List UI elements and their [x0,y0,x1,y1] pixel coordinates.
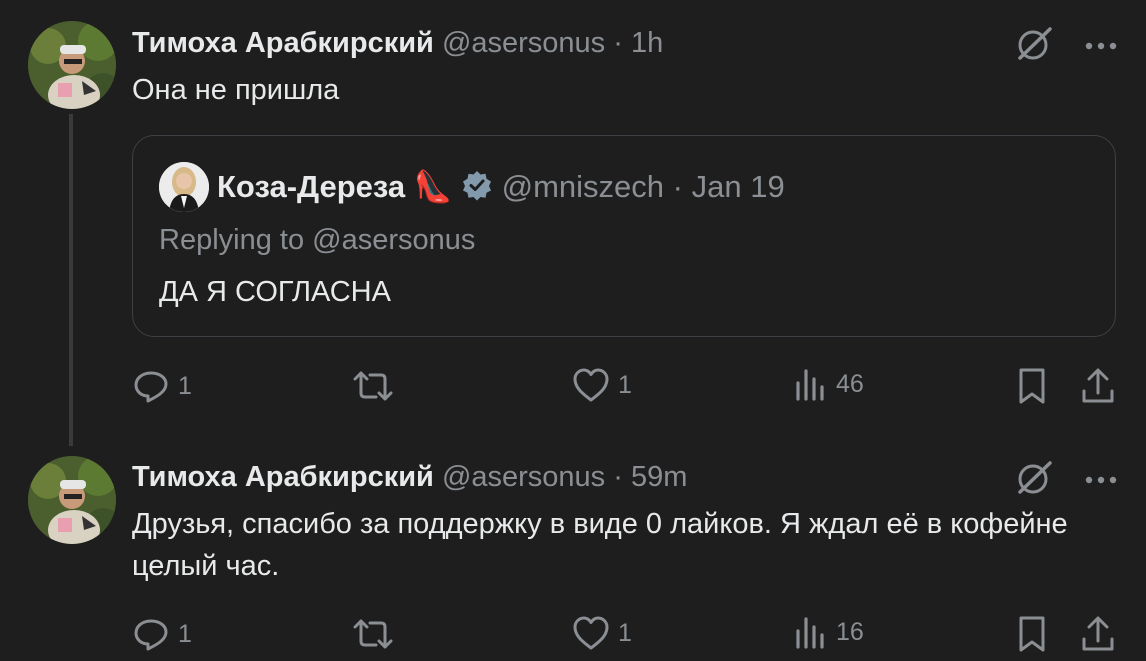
quoted-tweet[interactable]: Коза-Дереза 👠 @mniszech · Jan 19 Replyin… [132,135,1116,337]
like-count: 1 [618,618,632,647]
bookmark-button[interactable] [1016,367,1048,405]
author-name[interactable]: Тимоха Арабкирский [132,461,434,493]
reply-icon [132,367,170,405]
tweet-actions: 1 1 46 [132,367,1116,407]
bookmark-icon [1016,615,1048,653]
views-count: 46 [836,369,864,398]
views-button[interactable]: 16 [794,615,864,649]
timestamp[interactable]: 1h [631,27,663,59]
share-button[interactable] [1080,367,1116,405]
high-heel-emoji: 👠 [413,169,453,204]
views-count: 16 [836,617,864,646]
bookmark-icon [1016,367,1048,405]
views-button[interactable]: 46 [794,367,864,401]
reply-count: 1 [178,371,192,400]
views-icon [794,367,828,401]
avatar[interactable] [28,456,116,544]
like-icon [572,367,610,403]
share-icon [1080,615,1116,653]
like-icon [572,615,610,651]
tweet-header: Тимоха Арабкирский @asersonus · 59m [132,460,687,494]
like-count: 1 [618,370,632,399]
reply-count: 1 [178,619,192,648]
retweet-icon [352,615,394,653]
retweet-button[interactable] [352,367,402,405]
like-button[interactable]: 1 [572,615,632,651]
verified-badge-icon [461,169,493,209]
reply-button[interactable]: 1 [132,615,192,653]
retweet-button[interactable] [352,615,402,653]
timestamp[interactable]: 59m [631,461,687,493]
quote-date[interactable]: Jan 19 [692,169,785,204]
tweet-top-icons [1014,458,1118,503]
quote-handle[interactable]: @mniszech [502,169,664,204]
avatar[interactable] [28,21,116,109]
bookmark-button[interactable] [1016,615,1048,653]
quote-avatar[interactable] [159,162,209,212]
tweet-header: Тимоха Арабкирский @asersonus · 1h [132,26,663,60]
author-name[interactable]: Тимоха Арабкирский [132,27,434,59]
quote-author-name[interactable]: Коза-Дереза [217,169,405,204]
quote-header: Коза-Дереза 👠 @mniszech · Jan 19 [217,169,785,209]
author-handle[interactable]: @asersonus [442,461,605,493]
like-button[interactable]: 1 [572,367,632,403]
tweet-actions: 1 1 16 [132,615,1116,655]
retweet-icon [352,367,394,405]
tweet-text: Друзья, спасибо за поддержку в виде 0 ла… [132,508,1068,582]
more-icon[interactable] [1084,38,1118,56]
tweet-top-icons [1014,24,1118,69]
share-icon [1080,367,1116,405]
more-icon[interactable] [1084,472,1118,490]
tweet-1[interactable]: Тимоха Арабкирский @asersonus · 1h Она н… [0,0,1146,440]
quote-text: ДА Я СОГЛАСНА [159,276,391,308]
separator: · [672,169,683,204]
share-button[interactable] [1080,615,1116,653]
author-handle[interactable]: @asersonus [442,27,605,59]
reply-icon [132,615,170,653]
reply-button[interactable]: 1 [132,367,192,405]
views-icon [794,615,828,649]
tweet-text: Она не пришла [132,74,340,106]
replying-to-label[interactable]: Replying to @asersonus [159,224,475,257]
grok-icon[interactable] [1014,24,1054,69]
separator: · [613,27,623,59]
grok-icon[interactable] [1014,458,1054,503]
tweet-2[interactable]: Тимоха Арабкирский @asersonus · 59m Друз… [0,440,1146,661]
separator: · [613,461,623,493]
